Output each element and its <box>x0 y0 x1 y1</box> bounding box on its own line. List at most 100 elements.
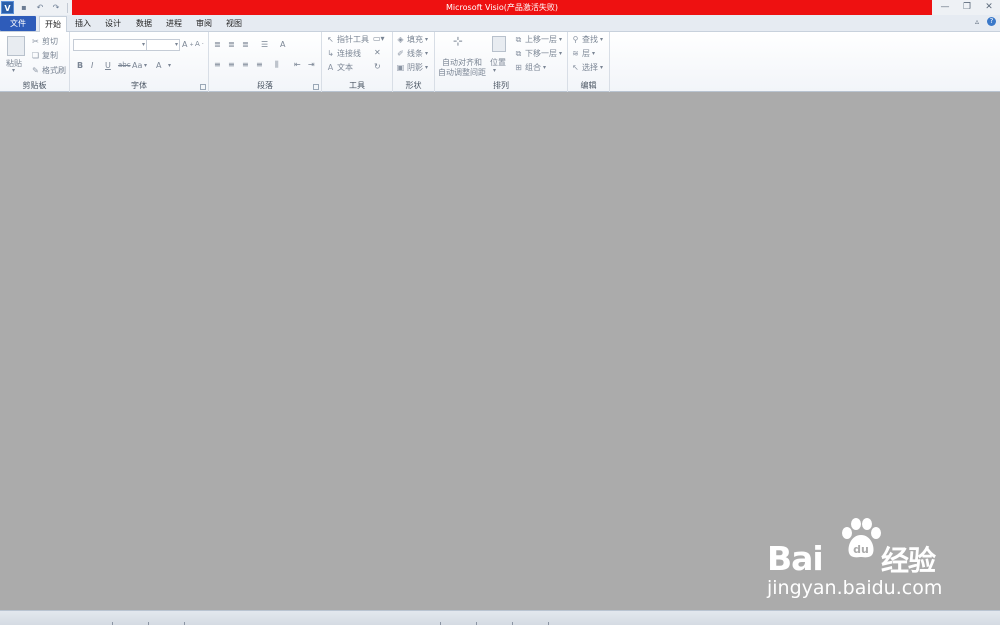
chevron-down-icon: ▾ <box>425 64 429 71</box>
bring-forward-icon: ⧉ <box>515 35 522 44</box>
case-dropdown-icon[interactable]: ▾ <box>144 62 147 69</box>
tab-design[interactable]: 设计 <box>100 16 126 32</box>
shadow-button[interactable]: ▣ 阴影 ▾ <box>396 62 428 73</box>
group-icon: ⊞ <box>515 63 522 72</box>
find-label: 查找 <box>582 35 598 44</box>
paste-icon[interactable] <box>7 36 25 56</box>
position-icon[interactable] <box>492 36 506 52</box>
connector-button[interactable]: ↳ 连接线 <box>326 48 361 59</box>
chevron-down-icon: ▾ <box>425 50 429 57</box>
redo-icon[interactable]: ↷ <box>50 2 62 14</box>
layers-button[interactable]: ≋ 层 ▾ <box>571 48 595 59</box>
align-middle-icon[interactable]: ≣ <box>228 40 235 49</box>
tab-view[interactable]: 视图 <box>221 16 247 32</box>
watermark-logo-right: 经验 <box>881 544 936 577</box>
pointer-tool-label: 指针工具 <box>337 35 369 44</box>
fill-button[interactable]: ◈ 填充 ▾ <box>396 34 428 45</box>
qat-divider <box>67 2 68 13</box>
restore-icon[interactable]: ❐ <box>956 0 978 15</box>
close-x-icon[interactable]: ✕ <box>374 48 381 57</box>
change-case-button[interactable]: Aa <box>132 61 142 70</box>
connector-label: 连接线 <box>337 49 361 58</box>
justify-icon[interactable]: ≡ <box>256 60 263 69</box>
cut-label: 剪切 <box>42 37 58 46</box>
help-icon[interactable]: ? <box>987 17 996 26</box>
shadow-icon: ▣ <box>396 63 405 72</box>
tab-data[interactable]: 数据 <box>131 16 157 32</box>
window-title: Microsoft Visio(产品激活失败) <box>72 0 932 15</box>
tab-review[interactable]: 审阅 <box>191 16 217 32</box>
align-left-icon[interactable]: ≡ <box>214 60 221 69</box>
font-dialog-launcher-icon[interactable] <box>200 84 206 90</box>
close-icon[interactable]: ✕ <box>978 0 1000 15</box>
baidu-jingyan-watermark: du Bai 经验 jingyan.baidu.com <box>767 517 947 603</box>
chevron-down-icon: ▾ <box>600 64 604 71</box>
tab-file[interactable]: 文件 <box>0 16 36 31</box>
ribbon: 粘贴 ▾ ✂ 剪切 ❏ 复制 ✎ 格式刷 剪贴板 ▾ ▾ A + A- B I U ab… <box>0 32 1000 92</box>
strikethrough-button[interactable]: abc <box>118 61 131 69</box>
tab-process[interactable]: 进程 <box>161 16 187 32</box>
auto-align-label-2[interactable]: 自动调整间距 <box>438 67 486 78</box>
bring-forward-button[interactable]: ⧉ 上移一层 ▾ <box>514 34 562 45</box>
cut-button[interactable]: ✂ 剪切 <box>31 36 58 47</box>
connection-point-icon[interactable]: ↻ <box>374 62 381 71</box>
increase-indent-icon[interactable]: ⇥ <box>308 60 315 69</box>
watermark-logo-left: Bai <box>767 539 824 578</box>
group-button[interactable]: ⊞ 组合 ▾ <box>514 62 546 73</box>
pointer-icon: ↖ <box>327 35 334 44</box>
chevron-down-icon: ▾ <box>174 41 178 48</box>
underline-button[interactable]: U <box>105 61 111 70</box>
connector-icon: ↳ <box>327 49 334 58</box>
bold-button[interactable]: B <box>77 61 83 70</box>
paste-dropdown-icon[interactable]: ▾ <box>12 67 15 74</box>
select-button[interactable]: ↖ 选择 ▾ <box>571 62 603 73</box>
paragraph-dialog-launcher-icon[interactable] <box>313 84 319 90</box>
text-a-icon: A <box>327 63 334 72</box>
tab-home[interactable]: 开始 <box>39 16 67 33</box>
undo-icon[interactable]: ↶ <box>34 2 46 14</box>
align-top-icon[interactable]: ≣ <box>214 40 221 49</box>
paint-bucket-icon: ◈ <box>397 35 404 44</box>
paw-icon: du <box>842 518 881 558</box>
find-button[interactable]: ⚲ 查找 ▾ <box>571 34 603 45</box>
align-bottom-icon[interactable]: ≣ <box>242 40 249 49</box>
shrink-font-icon[interactable]: A- <box>195 40 204 48</box>
font-size-select[interactable]: ▾ <box>146 39 180 51</box>
binoculars-icon: ⚲ <box>572 35 579 44</box>
distribute-icon[interactable]: ⫼ <box>275 60 279 70</box>
group-editing: ⚲ 查找 ▾ ≋ 层 ▾ ↖ 选择 ▾ 编辑 <box>568 32 610 92</box>
copy-button[interactable]: ❏ 复制 <box>31 50 58 61</box>
align-center-icon[interactable]: ≡ <box>228 60 235 69</box>
font-color-dropdown-icon[interactable]: ▾ <box>168 62 171 69</box>
font-color-button[interactable]: A <box>156 61 161 70</box>
decrease-indent-icon[interactable]: ⇤ <box>294 60 301 69</box>
save-icon[interactable]: ▪ <box>18 2 30 14</box>
line-button[interactable]: ✐ 线条 ▾ <box>396 48 428 59</box>
minimize-ribbon-icon[interactable]: ▵ <box>975 17 979 26</box>
bullets-icon[interactable]: ☰ <box>261 40 268 49</box>
italic-button[interactable]: I <box>91 61 93 70</box>
brush-icon: ✎ <box>32 66 39 75</box>
pointer-tool-button[interactable]: ↖ 指针工具 <box>326 34 369 45</box>
text-tool-button[interactable]: A 文本 <box>326 62 353 73</box>
send-backward-button[interactable]: ⧉ 下移一层 ▾ <box>514 48 562 59</box>
text-direction-icon[interactable]: A <box>280 40 285 49</box>
tab-bar-right: ▵ ? <box>975 17 996 26</box>
grow-font-icon[interactable]: A + <box>182 40 194 49</box>
position-dropdown-icon[interactable]: ▾ <box>493 67 496 74</box>
format-painter-label: 格式刷 <box>42 66 66 75</box>
tab-insert[interactable]: 插入 <box>70 16 96 32</box>
font-family-select[interactable]: ▾ <box>73 39 147 51</box>
send-backward-label: 下移一层 <box>525 49 557 58</box>
svg-text:du: du <box>853 543 869 556</box>
group-clipboard: 粘贴 ▾ ✂ 剪切 ❏ 复制 ✎ 格式刷 剪贴板 <box>0 32 70 92</box>
rectangle-tool-icon[interactable]: ▭▾ <box>373 34 385 43</box>
auto-align-icon[interactable]: ⊹ <box>453 34 463 48</box>
chevron-down-icon: ▾ <box>543 64 547 71</box>
align-right-icon[interactable]: ≡ <box>242 60 249 69</box>
layers-icon: ≋ <box>572 49 579 58</box>
chevron-down-icon: ▾ <box>559 36 563 43</box>
visio-app-icon[interactable]: V <box>1 1 14 14</box>
minimize-icon[interactable]: — <box>934 0 956 15</box>
format-painter-button[interactable]: ✎ 格式刷 <box>31 65 66 76</box>
